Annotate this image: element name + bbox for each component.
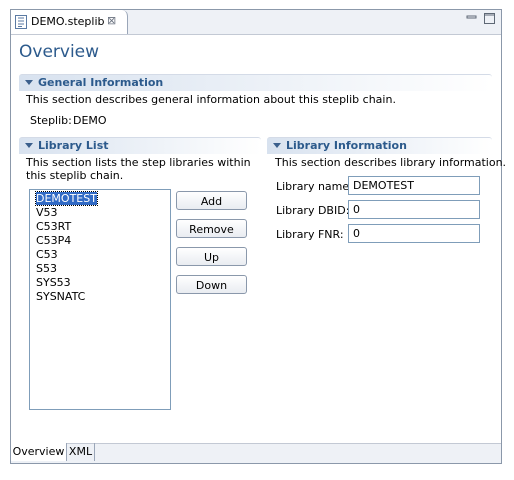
list-item[interactable]: DEMOTEST (35, 191, 98, 206)
library-list-header[interactable]: Library List (19, 137, 261, 154)
steplib-value: DEMO (73, 114, 107, 127)
library-name-field[interactable] (348, 176, 480, 195)
library-list-description: This section lists the step libraries wi… (26, 156, 251, 182)
editor-tab[interactable]: DEMO.steplib ⊠ (11, 10, 128, 34)
library-information-title: Library Information (286, 139, 407, 152)
twisty-expanded-icon (25, 80, 33, 85)
list-item[interactable]: S53 (36, 262, 57, 275)
library-dbid-label: Library DBID: (276, 204, 350, 217)
editor-tab-title: DEMO.steplib (31, 15, 105, 28)
close-icon[interactable]: ⊠ (107, 14, 116, 27)
library-fnr-label: Library FNR: (276, 228, 344, 241)
library-information-description: This section describes library informati… (275, 156, 507, 169)
general-information-header[interactable]: General Information (19, 74, 492, 91)
list-item[interactable]: V53 (36, 206, 58, 219)
library-list-title: Library List (38, 139, 109, 152)
steplib-label: Steplib: (30, 114, 72, 127)
down-button[interactable]: Down (176, 275, 247, 294)
library-listbox[interactable]: DEMOTEST V53 C53RT C53P4 C53 S53 SYS53 S… (29, 189, 171, 410)
maximize-icon[interactable] (484, 13, 495, 24)
page-title: Overview (19, 42, 100, 62)
twisty-expanded-icon (25, 143, 33, 148)
add-button[interactable]: Add (176, 191, 247, 210)
tab-overview[interactable]: Overview (11, 443, 67, 461)
up-button[interactable]: Up (176, 247, 247, 266)
steplib-file-icon (15, 15, 27, 29)
twisty-expanded-icon (273, 143, 281, 148)
general-information-title: General Information (38, 76, 164, 89)
library-information-header[interactable]: Library Information (267, 137, 492, 154)
list-item[interactable]: C53 (36, 248, 58, 261)
library-fnr-field[interactable] (348, 224, 480, 243)
list-item[interactable]: C53P4 (36, 234, 71, 247)
general-information-description: This section describes general informati… (26, 93, 396, 106)
minimize-icon[interactable] (466, 13, 477, 24)
tab-xml[interactable]: XML (67, 443, 95, 461)
list-item[interactable]: SYSNATC (36, 290, 85, 303)
remove-button[interactable]: Remove (176, 219, 247, 238)
library-dbid-field[interactable] (348, 200, 480, 219)
list-item[interactable]: SYS53 (36, 276, 71, 289)
list-item[interactable]: C53RT (36, 220, 71, 233)
library-name-label: Library name: (276, 180, 353, 193)
